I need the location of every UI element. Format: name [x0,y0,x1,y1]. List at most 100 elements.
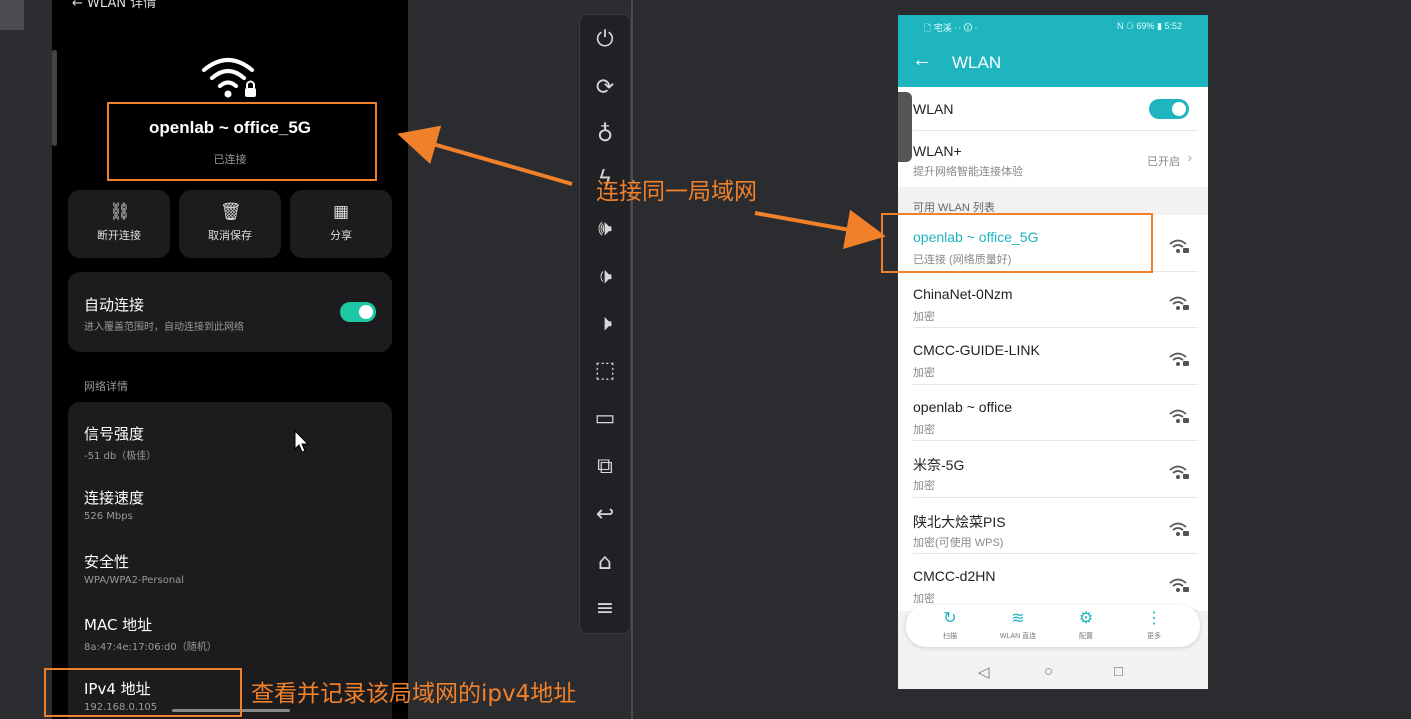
network-details-label: 网络详情 [84,380,128,393]
wifi-direct-icon: ≋ [1011,610,1025,627]
qr-icon: ▦ [332,202,350,222]
auto-connect-subtitle: 进入覆盖范围时，自动连接到此网络 [84,322,244,333]
auto-connect-title: 自动连接 [84,296,145,314]
network-list-item[interactable]: CMCC-d2HN 加密 [898,554,1208,611]
record-icon[interactable]: ▭ [592,406,618,432]
bulb-icon[interactable]: ♁ [592,122,618,148]
wifi-signal-lock-icon [1169,465,1189,479]
mouse-cursor-icon [294,430,310,453]
link-speed-title: 连接速度 [84,489,145,507]
network-status: 加密 [913,310,935,323]
mute-icon[interactable]: 🕨 [592,311,618,337]
arrow-to-ssid [397,125,573,186]
wifi-lock-icon [202,58,256,98]
screen-stage: ← WLAN 详情 openlab ~ office_5G 已连接 ⛓ 断开连接… [0,0,1411,719]
network-list-item[interactable]: ChinaNet-0Nzm 加密 [898,271,1208,328]
network-name: openlab ~ office [913,398,1012,415]
wlan-switch-label: WLAN [913,101,954,117]
rotate-icon[interactable]: ⟳ [592,75,618,101]
wifi-signal-lock-icon [1169,522,1189,536]
network-name: ChinaNet-0Nzm [913,285,1013,302]
available-networks-header: 可用 WLAN 列表 [898,187,1208,215]
screen-crop-icon[interactable]: ⧉ [592,454,618,480]
wifi-signal-lock-icon [1169,352,1189,366]
menu-icon[interactable]: ≡ [592,596,618,622]
nav-home-icon[interactable]: ○ [1044,663,1053,680]
scan-icon: ↻ [943,610,957,627]
chevron-right-icon: › [1187,149,1192,165]
wifi-direct-tab[interactable]: ≋ WLAN 直连 [992,609,1044,641]
scan-tab-label: 扫描 [943,633,957,640]
security-value: WPA/WPA2-Personal [84,575,185,586]
signal-strength-title: 信号强度 [84,425,145,443]
unlink-icon: ⛓ [109,202,131,222]
wlan-detail-header: ← WLAN 详情 [72,0,156,11]
same-lan-annotation: 连接同一局域网 [596,179,757,205]
wifi-signal-lock-icon [1169,409,1189,423]
page-title: WLAN [952,53,1002,72]
scan-tab[interactable]: ↻ 扫描 [924,609,976,641]
network-status: 加密 [913,480,935,492]
volume-up-icon[interactable]: 🕪 [592,216,618,242]
wifi-signal-lock-icon [1169,296,1189,310]
window-thumbnail[interactable] [0,0,24,30]
status-left: 🗋 宅溪 ⋅ ⋅ 🛈 ⋅ [924,23,978,33]
back-arrow-icon[interactable]: ← [72,0,83,11]
nav-recents-icon[interactable]: □ [1114,663,1123,680]
network-list-item[interactable]: CMCC-GUIDE-LINK 加密 [898,328,1208,385]
network-status: 加密(可使用 WPS) [913,536,1004,549]
volume-down-icon[interactable]: 🕩 [592,264,618,290]
network-name: CMCC-GUIDE-LINK [913,342,1040,358]
wifi-direct-tab-label: WLAN 直连 [999,633,1037,640]
auto-connect-toggle[interactable] [340,302,376,322]
link-speed-value: 526 Mbps [84,511,133,522]
network-status: 加密 [913,423,935,436]
network-list-item[interactable]: 陕北大烩菜PIS 加密(可使用 WPS) [898,497,1208,554]
scroll-indicator[interactable] [52,50,57,146]
ssid-highlight-box [107,102,377,181]
network-list-item[interactable]: 米奈-5G 加密 [898,441,1208,498]
app-bar: ← WLAN [898,37,1208,87]
network-list-item[interactable]: openlab ~ office 加密 [898,384,1208,441]
bottom-tab-bar: ↻ 扫描 ≋ WLAN 直连 ⚙ 配置 ⋮ 更多 [906,605,1200,647]
screenshot-icon[interactable]: ⬚ [592,358,618,384]
home-icon[interactable]: ⌂ [592,550,618,576]
wlan-plus-status: 已开启 [1147,156,1180,168]
status-right: N ⚆ 69% ▮ 5:52 [1116,21,1182,31]
wlan-plus-row[interactable]: WLAN+ 提升网络智能连接体验 已开启 › [898,131,1208,187]
network-name: CMCC-d2HN [913,568,996,584]
trash-icon: 🗑 [220,202,242,222]
more-icon: ⋮ [1146,610,1162,627]
record-ipv4-annotation: 查看并记录该局域网的ipv4地址 [251,681,577,707]
power-icon[interactable]: ⏻ [592,27,618,53]
wlan-plus-subtitle: 提升网络智能连接体验 [913,166,1023,178]
window-divider [631,0,633,719]
forget-label: 取消保存 [208,229,252,242]
forget-network-button[interactable]: 🗑 取消保存 [179,190,281,258]
wlan-toggle[interactable] [1149,99,1189,119]
wifi-signal-lock-icon [1169,578,1189,592]
system-nav-bar: ◁ ○ □ [898,655,1208,689]
share-button[interactable]: ▦ 分享 [290,190,392,258]
status-bar: 🗋 宅溪 ⋅ ⋅ 🛈 ⋅ N ⚆ 69% ▮ 5:52 [898,15,1208,37]
gear-icon: ⚙ [1078,610,1094,627]
auto-connect-card: 自动连接 进入覆盖范围时，自动连接到此网络 [68,272,392,352]
wlan-switch-row[interactable]: WLAN [898,87,1208,131]
network-name: 陕北大烩菜PIS [913,513,1006,530]
config-tab-label: 配置 [1079,633,1093,640]
back-icon[interactable]: ↩ [592,502,618,528]
disconnect-button[interactable]: ⛓ 断开连接 [68,190,170,258]
left-sidebar-strip [0,0,52,719]
config-tab[interactable]: ⚙ 配置 [1060,609,1112,641]
arrow-to-connected-network [754,209,886,250]
right-phone-screen: 🗋 宅溪 ⋅ ⋅ 🛈 ⋅ N ⚆ 69% ▮ 5:52 ← WLAN WLAN … [898,15,1208,689]
action-buttons: ⛓ 断开连接 🗑 取消保存 ▦ 分享 [68,190,392,258]
disconnect-label: 断开连接 [97,229,141,242]
nav-back-icon[interactable]: ◁ [978,663,990,681]
more-tab[interactable]: ⋮ 更多 [1128,609,1180,641]
back-arrow-icon[interactable]: ← [912,49,932,72]
network-status: 加密 [913,367,935,379]
side-drawer-handle[interactable] [898,92,912,162]
wlan-plus-title: WLAN+ [913,143,962,159]
share-label: 分享 [330,229,352,242]
